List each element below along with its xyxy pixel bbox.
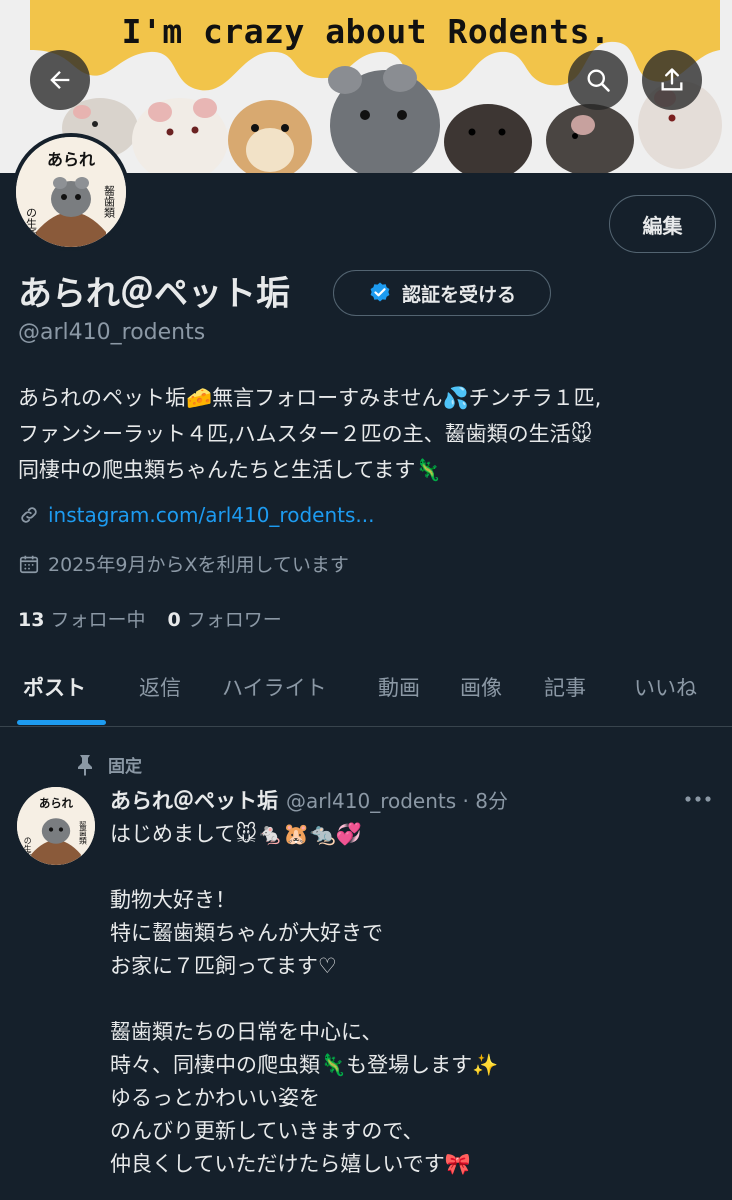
following-link[interactable]: 13 フォロー中 bbox=[18, 605, 145, 632]
join-date: 2025年9月からXを利用しています bbox=[18, 550, 349, 577]
post-avatar-left-text: の生活 bbox=[23, 837, 32, 861]
post-text: はじめまして🐭🐁🐹🐀💞 動物大好き！ 特に齧歯類ちゃんが大好きで お家に７匹飼っ… bbox=[110, 818, 710, 1181]
join-date-text: 2025年9月からXを利用しています bbox=[48, 554, 349, 576]
post-author-name[interactable]: あられ＠ペット垢 bbox=[110, 785, 278, 815]
follow-stats: 13 フォロー中 0 フォロワー bbox=[18, 605, 282, 632]
profile-bio: あられのペット垢🧀無言フォローすみません💦チンチラ１匹, ファンシーラット４匹,… bbox=[18, 380, 718, 488]
avatar-image: あられ の生活 齧歯類 bbox=[16, 137, 126, 247]
tab-videos[interactable]: 動画 bbox=[378, 648, 420, 726]
post-author-handle[interactable]: @arl410_rodents · 8分 bbox=[286, 785, 508, 814]
back-button[interactable] bbox=[30, 50, 90, 110]
following-count: 13 bbox=[18, 609, 45, 631]
post-line: 仲良くしていただけたら嬉しいです🎀 bbox=[110, 1152, 471, 1176]
share-button[interactable] bbox=[642, 50, 702, 110]
arrow-left-icon bbox=[50, 71, 70, 89]
tab-replies[interactable]: 返信 bbox=[139, 648, 181, 726]
avatar-right-text: 齧歯類 bbox=[103, 184, 116, 219]
pinned-indicator: 固定 bbox=[76, 752, 142, 777]
bio-line: ファンシーラット４匹,ハムスター２匹の主、齧歯類の生活🐭 bbox=[18, 422, 593, 446]
more-options-icon[interactable] bbox=[683, 792, 713, 806]
tab-highlights[interactable]: ハイライト bbox=[222, 648, 327, 726]
profile-handle: @arl410_rodents bbox=[18, 320, 206, 345]
link-icon bbox=[21, 507, 37, 523]
followers-link[interactable]: 0 フォロワー bbox=[167, 605, 281, 632]
active-tab-indicator bbox=[17, 720, 106, 725]
search-button[interactable] bbox=[568, 50, 628, 110]
tab-images[interactable]: 画像 bbox=[460, 648, 502, 726]
post-line: 動物大好き！ bbox=[110, 888, 236, 912]
following-label: フォロー中 bbox=[50, 609, 146, 631]
avatar-title-text: あられ bbox=[47, 150, 95, 169]
post-line: のんびり更新していきますので、 bbox=[110, 1119, 424, 1143]
post-line: 特に齧歯類ちゃんが大好きで bbox=[110, 921, 383, 945]
followers-count: 0 bbox=[167, 609, 181, 631]
post-line: お家に７匹飼ってます♡ bbox=[110, 954, 337, 978]
get-verified-label: 認証を受ける bbox=[401, 283, 516, 306]
edit-profile-button[interactable]: 編集 bbox=[609, 195, 716, 253]
profile-link-text[interactable]: instagram.com/arl410_rodents... bbox=[48, 503, 374, 527]
post-line: はじめまして🐭🐁🐹🐀💞 bbox=[110, 822, 362, 846]
post-line: ゆるっとかわいい姿を bbox=[110, 1086, 320, 1110]
profile-link[interactable]: instagram.com/arl410_rodents... bbox=[18, 503, 374, 527]
search-icon bbox=[587, 69, 610, 92]
profile-avatar[interactable]: あられ の生活 齧歯類 bbox=[12, 133, 130, 251]
post-line bbox=[110, 983, 710, 1016]
share-icon bbox=[661, 68, 683, 91]
post-avatar-image: あられ の生活 齧歯類 bbox=[17, 787, 95, 865]
post-line: 齧歯類たちの日常を中心に、 bbox=[110, 1020, 383, 1044]
post-avatar-right-text: 齧歯類 bbox=[78, 820, 87, 846]
get-verified-button[interactable]: 認証を受ける bbox=[333, 270, 551, 316]
tab-articles[interactable]: 記事 bbox=[544, 648, 586, 726]
profile-tabs: ポスト 返信 ハイライト 動画 画像 記事 いいね bbox=[0, 648, 732, 727]
pinned-label: 固定 bbox=[108, 757, 142, 777]
post-line: 時々、同棲中の爬虫類🦎も登場します✨ bbox=[110, 1053, 499, 1077]
pin-icon bbox=[78, 754, 92, 776]
bio-line: 同棲中の爬虫類ちゃんたちと生活してます🦎 bbox=[18, 458, 442, 482]
followers-label: フォロワー bbox=[186, 609, 282, 631]
verified-badge-icon bbox=[370, 282, 390, 302]
bio-line: あられのペット垢🧀無言フォローすみません💦チンチラ１匹, bbox=[18, 386, 602, 410]
post-avatar[interactable]: あられ の生活 齧歯類 bbox=[17, 787, 95, 865]
tab-likes[interactable]: いいね bbox=[634, 648, 697, 726]
avatar-left-text: の生活 bbox=[25, 207, 38, 241]
post-header: あられ＠ペット垢 @arl410_rodents · 8分 bbox=[110, 785, 508, 815]
tab-posts[interactable]: ポスト bbox=[23, 648, 86, 726]
post-avatar-title-text: あられ bbox=[39, 796, 74, 810]
display-name: あられ＠ペット垢 bbox=[18, 274, 290, 314]
post-line bbox=[110, 851, 710, 884]
calendar-icon bbox=[19, 555, 39, 573]
